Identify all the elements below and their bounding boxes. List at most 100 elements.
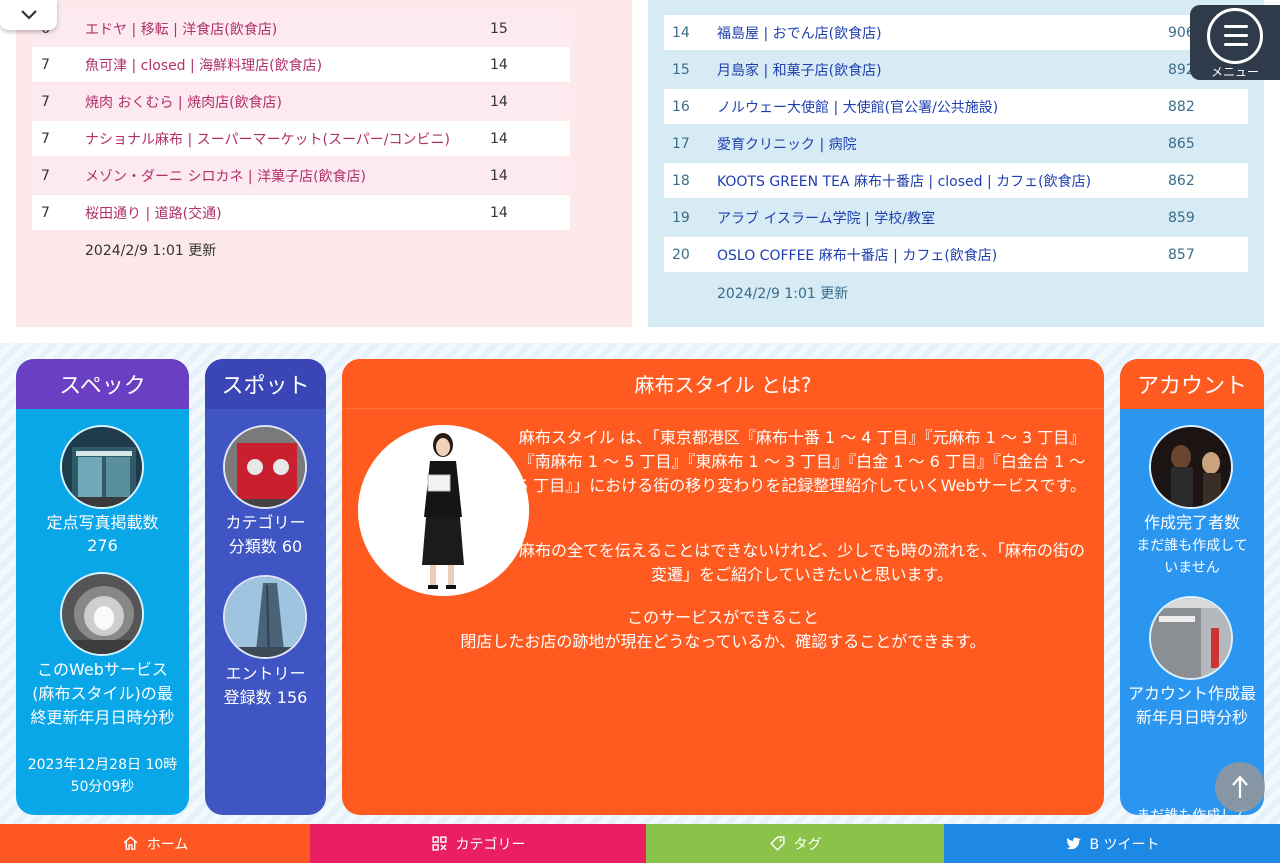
tower-photo-image	[225, 577, 305, 657]
rank-number: 16	[672, 98, 690, 115]
businesswoman-image	[358, 425, 529, 596]
rank-number: 18	[672, 172, 690, 189]
spot-link[interactable]: 桜田通り | 道路(交通)	[85, 203, 490, 223]
about-card: 麻布スタイル とは? 麻布スタイル は、「東京都港区『麻布十番 1 〜 4 丁目…	[342, 359, 1104, 815]
rank-count: 865	[1168, 135, 1195, 152]
about-description: 麻布スタイル は、「東京都港区『麻布十番 1 〜 4 丁目』『元麻布 1 〜 3…	[517, 428, 1087, 495]
table-row[interactable]: 7 メゾン・ダーニ シロカネ | 洋菓子店(飲食店) 14	[32, 158, 570, 193]
home-icon	[123, 836, 138, 850]
ranking-panel-left: 6 エドヤ | 移転 | 洋食店(飲食店) 15 7 魚可津 | closed …	[16, 0, 632, 327]
arrow-up-icon	[1232, 775, 1248, 798]
rank-number: 7	[41, 93, 50, 110]
table-row[interactable]: 17 愛育クリニック | 病院 865	[664, 126, 1248, 161]
spot-link[interactable]: アラブ イスラーム学院 | 学校/教室	[717, 208, 1168, 228]
account-card: アカウント 作成完了者数 まだ誰も作成していません アカウント作成最新年月日時分…	[1120, 359, 1264, 815]
tower-photo[interactable]	[223, 575, 307, 659]
table-row[interactable]: 7 焼肉 おくむら | 焼肉店(飲食店) 14	[32, 84, 570, 119]
office-photo[interactable]	[1149, 596, 1233, 680]
nav-tweet-label: B ツイート	[1089, 836, 1160, 853]
table-row[interactable]: 7 魚可津 | closed | 海鮮料理店(飲食店) 14	[32, 47, 570, 82]
tunnel-photo[interactable]	[60, 572, 144, 656]
spot-card: スポット カテゴリー 分類数 60 エントリー 登録数 156	[205, 359, 326, 815]
storefront-photo[interactable]	[60, 425, 144, 509]
hamburger-icon	[1207, 8, 1263, 64]
service-feature-text: 閉店したお店の跡地が現在どうなっているか、確認することができます。	[460, 632, 986, 651]
nav-tag[interactable]: タグ	[646, 824, 944, 863]
table-row[interactable]: 18 KOOTS GREEN TEA 麻布十番店 | closed | カフェ(…	[664, 163, 1248, 198]
table-row[interactable]: 15 月島家 | 和菓子店(飲食店) 892	[664, 52, 1248, 87]
about-card-title: 麻布スタイル とは?	[342, 359, 1104, 409]
performers-photo-image	[1151, 427, 1231, 507]
updated-timestamp: 2024/2/9 1:01 更新	[85, 243, 217, 259]
rank-count: 857	[1168, 246, 1195, 263]
spot-link[interactable]: 福島屋 | おでん店(飲食店)	[717, 23, 1168, 43]
businesswoman-photo	[358, 425, 529, 596]
chevron-down-icon	[20, 10, 37, 20]
rank-number: 17	[672, 135, 690, 152]
completed-count-label: 作成完了者数	[1143, 513, 1240, 532]
account-card-title: アカウント	[1120, 359, 1264, 409]
rank-number: 7	[41, 167, 50, 184]
table-row[interactable]: 16 ノルウェー大使館 | 大使館(官公署/公共施設) 882	[664, 89, 1248, 124]
rank-count: 882	[1168, 98, 1195, 115]
spot-link[interactable]: 魚可津 | closed | 海鮮料理店(飲食店)	[85, 55, 490, 75]
rank-count: 14	[490, 130, 508, 147]
rank-count: 862	[1168, 172, 1195, 189]
rank-number: 14	[672, 24, 690, 41]
ranking-area: 6 エドヤ | 移転 | 洋食店(飲食店) 15 7 魚可津 | closed …	[0, 0, 1280, 343]
spot-link[interactable]: エドヤ | 移転 | 洋食店(飲食店)	[85, 19, 490, 39]
nav-tweet[interactable]: B ツイート	[944, 824, 1280, 863]
updated-timestamp: 2024/2/9 1:01 更新	[717, 286, 849, 302]
table-row[interactable]: 19 アラブ イスラーム学院 | 学校/教室 859	[664, 200, 1248, 235]
spec-card-body: 定点写真掲載数 276 このWebサービス(麻布スタイル)の最終更新年月日時分秒…	[16, 409, 189, 815]
spot-link[interactable]: メゾン・ダーニ シロカネ | 洋菓子店(飲食店)	[85, 166, 490, 186]
category-grid-icon	[431, 836, 447, 851]
nav-tag-label: タグ	[793, 836, 822, 853]
spot-link[interactable]: KOOTS GREEN TEA 麻布十番店 | closed | カフェ(飲食店…	[717, 171, 1168, 191]
scroll-to-top-button[interactable]	[1215, 762, 1265, 812]
rank-count: 14	[490, 167, 508, 184]
rank-count: 14	[490, 56, 508, 73]
performers-photo[interactable]	[1149, 425, 1233, 509]
nav-home-label: ホーム	[146, 836, 189, 853]
rank-number: 7	[41, 56, 50, 73]
menu-button[interactable]: メニュー	[1190, 5, 1280, 80]
red-building-photo-image	[225, 427, 305, 507]
photo-count-label: 定点写真掲載数	[46, 513, 159, 532]
spot-link[interactable]: ナショナル麻布 | スーパーマーケット(スーパー/コンビニ)	[85, 129, 490, 149]
spot-link[interactable]: ノルウェー大使館 | 大使館(官公署/公共施設)	[717, 97, 1168, 117]
table-row[interactable]: 20 OSLO COFFEE 麻布十番店 | カフェ(飲食店) 857	[664, 237, 1248, 272]
office-photo-image	[1151, 598, 1231, 678]
spot-link[interactable]: 月島家 | 和菓子店(飲食店)	[717, 60, 1168, 80]
table-row[interactable]: 14 福島屋 | おでん店(飲食店) 906	[664, 15, 1248, 50]
entry-label: エントリー	[225, 664, 306, 683]
entry-value: 登録数 156	[223, 688, 308, 707]
rank-number: 15	[672, 61, 690, 78]
about-message: 麻布の全てを伝えることはできないけれど、少しでも時の流れを、「麻布の街の変遷」を…	[519, 541, 1085, 584]
spec-card-title: スペック	[16, 359, 189, 409]
category-value: 分類数 60	[228, 537, 303, 556]
twitter-bird-icon	[1067, 837, 1082, 850]
red-building-photo[interactable]	[223, 425, 307, 509]
nav-home[interactable]: ホーム	[0, 824, 310, 863]
collapse-header-button[interactable]	[0, 0, 57, 30]
storefront-photo-image	[62, 427, 142, 507]
spot-card-title: スポット	[205, 359, 326, 409]
photo-count-value: 276	[87, 536, 118, 555]
spot-card-body: カテゴリー 分類数 60 エントリー 登録数 156	[205, 409, 326, 815]
account-card-body: 作成完了者数 まだ誰も作成していません アカウント作成最新年月日時分秒 まだ誰も…	[1120, 409, 1264, 815]
spot-link[interactable]: 愛育クリニック | 病院	[717, 134, 1168, 154]
table-row[interactable]: 6 エドヤ | 移転 | 洋食店(飲食店) 15	[32, 10, 570, 47]
rank-count: 15	[490, 20, 508, 37]
table-row[interactable]: 7 ナショナル麻布 | スーパーマーケット(スーパー/コンビニ) 14	[32, 121, 570, 156]
tunnel-photo-image	[62, 574, 142, 654]
spot-link[interactable]: OSLO COFFEE 麻布十番店 | カフェ(飲食店)	[717, 245, 1168, 265]
spot-link[interactable]: 焼肉 おくむら | 焼肉店(飲食店)	[85, 92, 490, 112]
last-update-label: このWebサービス(麻布スタイル)の最終更新年月日時分秒	[30, 660, 175, 727]
nav-category[interactable]: カテゴリー	[310, 824, 646, 863]
menu-label: メニュー	[1210, 65, 1259, 79]
rank-number: 19	[672, 209, 690, 226]
rank-count: 859	[1168, 209, 1195, 226]
table-row[interactable]: 7 桜田通り | 道路(交通) 14	[32, 195, 570, 230]
latest-account-label: アカウント作成最新年月日時分秒	[1128, 684, 1257, 727]
